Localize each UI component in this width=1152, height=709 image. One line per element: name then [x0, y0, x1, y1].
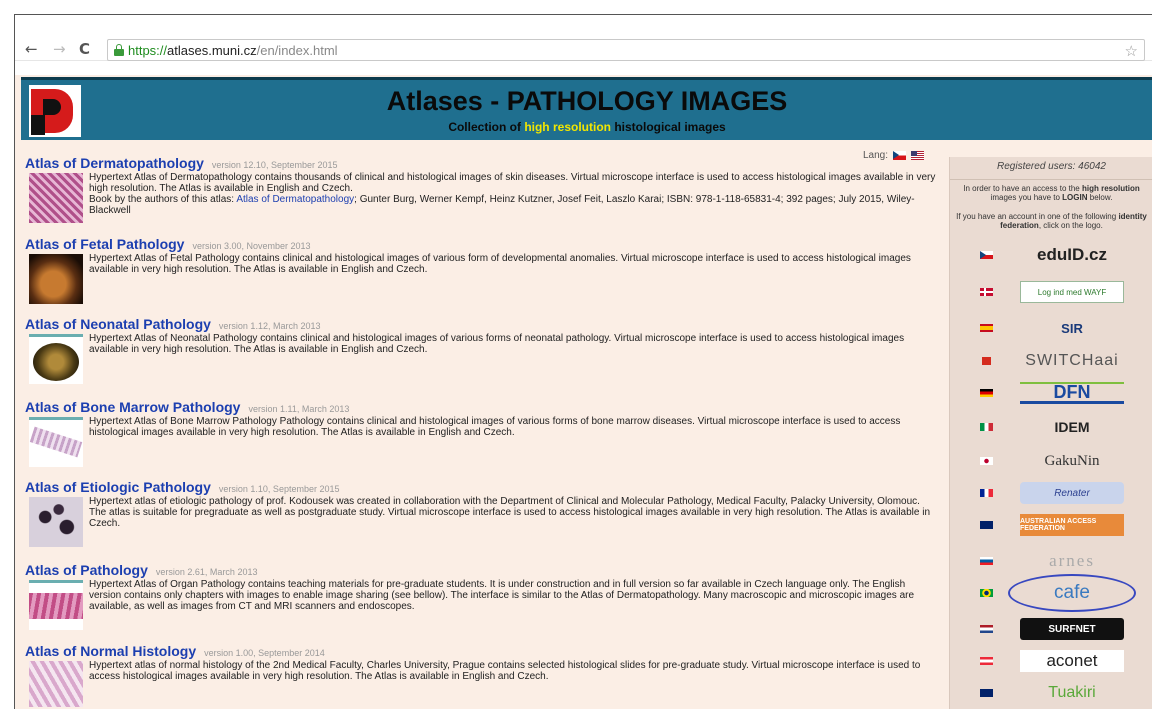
atlas-entry-normal-histology: Atlas of Normal Histology version 1.00, S… — [25, 643, 945, 709]
switchaai-logo[interactable]: SWITCHaai — [1020, 350, 1124, 372]
federation-row-eduid[interactable]: eduID.cz — [950, 241, 1152, 269]
atlas-entry-bone-marrow: Atlas of Bone Marrow Pathology version 1.… — [25, 399, 945, 479]
fr-flag-icon — [980, 489, 993, 497]
at-flag-icon — [980, 657, 993, 665]
atlas-version: version 1.10, September 2015 — [218, 484, 340, 494]
jp-flag-icon — [980, 457, 993, 465]
federation-row-arnes[interactable]: arnes — [950, 547, 1152, 575]
atlas-link-bone-marrow[interactable]: Atlas of Bone Marrow Pathology — [25, 399, 240, 415]
atlas-version: version 12.10, September 2015 — [211, 160, 338, 170]
atlas-version: version 3.00, November 2013 — [192, 241, 311, 251]
login-info: In order to have an access to the high r… — [963, 184, 1140, 202]
atlas-version: version 1.00, September 2014 — [204, 648, 325, 658]
federation-row-idem[interactable]: IDEM — [950, 413, 1152, 441]
thumbnail-image[interactable] — [29, 334, 83, 384]
atlas-version: version 2.61, March 2013 — [155, 567, 258, 577]
aconet-logo[interactable]: aconet — [1020, 650, 1124, 672]
atlas-entry-pathology: Atlas of Pathology version 2.61, March 20… — [25, 562, 945, 644]
dfn-logo[interactable]: DFN — [1020, 382, 1124, 404]
federation-row-gakunin[interactable]: GakuNin — [950, 447, 1152, 475]
federation-row-aaf[interactable]: AUSTRALIAN ACCESS FEDERATION — [950, 511, 1152, 539]
au-flag-icon — [980, 521, 993, 529]
atlas-description: Hypertext Atlas of Organ Pathology conta… — [89, 579, 915, 612]
atlas-link-fetal[interactable]: Atlas of Fetal Pathology — [25, 236, 184, 252]
address-bar[interactable]: https://atlases.muni.cz/en/index.html ☆ — [107, 39, 1145, 61]
book-link[interactable]: Atlas of Dermatopathology — [236, 194, 354, 205]
atlas-link-pathology[interactable]: Atlas of Pathology — [25, 562, 148, 578]
eduid-logo[interactable]: eduID.cz — [1020, 244, 1124, 266]
federation-row-wayf[interactable]: Log ind med WAYF — [950, 278, 1152, 306]
bookmark-star-icon[interactable]: ☆ — [1125, 42, 1138, 60]
br-flag-icon — [980, 589, 993, 597]
thumbnail-image[interactable] — [29, 417, 83, 467]
highlight-circle — [1008, 574, 1136, 612]
es-flag-icon — [980, 324, 993, 332]
thumbnail-image[interactable] — [29, 173, 83, 223]
atlas-description: Hypertext atlas of normal histology of t… — [89, 660, 921, 682]
idem-logo[interactable]: IDEM — [1020, 416, 1124, 438]
de-flag-icon — [980, 389, 993, 397]
atlas-description: Hypertext Atlas of Dermatopathology cont… — [89, 172, 936, 216]
atlas-description: Hypertext Atlas of Neonatal Pathology co… — [89, 333, 905, 355]
thumbnail-image[interactable] — [29, 580, 83, 630]
arnes-logo[interactable]: arnes — [1020, 550, 1124, 572]
gakunin-logo[interactable]: GakuNin — [1020, 450, 1124, 472]
atlas-entry-dermatopathology: Atlas of Dermatopathology version 12.10, … — [25, 155, 945, 237]
federation-row-surfnet[interactable]: SURFNET — [950, 615, 1152, 643]
atlas-description: Hypertext Atlas of Bone Marrow Pathology… — [89, 416, 901, 438]
atlas-description: Hypertext atlas of etiologic pathology o… — [89, 496, 931, 529]
page-content: Atlases - PATHOLOGY IMAGES Collection of… — [15, 75, 1152, 709]
sir-logo[interactable]: SIR — [1020, 317, 1124, 339]
url-text[interactable]: https://atlases.muni.cz/en/index.html — [128, 43, 338, 58]
si-flag-icon — [980, 557, 993, 565]
registered-users: Registered users: 46042 — [997, 161, 1106, 172]
nl-flag-icon — [980, 625, 993, 633]
atlas-entry-etiologic: Atlas of Etiologic Pathology version 1.10… — [25, 479, 945, 561]
atlas-link-normal-histology[interactable]: Atlas of Normal Histology — [25, 643, 196, 659]
federation-row-renater[interactable]: Renater — [950, 479, 1152, 507]
atlas-link-etiologic[interactable]: Atlas of Etiologic Pathology — [25, 479, 211, 495]
atlas-entry-fetal: Atlas of Fetal Pathology version 3.00, No… — [25, 236, 945, 318]
atlas-version: version 1.12, March 2013 — [218, 321, 321, 331]
thumbnail-image[interactable] — [29, 497, 83, 547]
atlas-link-neonatal[interactable]: Atlas of Neonatal Pathology — [25, 316, 211, 332]
atlas-entry-neonatal: Atlas of Neonatal Pathology version 1.12,… — [25, 316, 945, 396]
it-flag-icon — [980, 423, 993, 431]
forward-arrow-icon[interactable]: → — [53, 41, 66, 57]
federation-row-sir[interactable]: SIR — [950, 314, 1152, 342]
cz-flag-icon — [980, 251, 993, 259]
back-arrow-icon[interactable]: ← — [25, 41, 38, 57]
dk-flag-icon — [980, 288, 993, 296]
browser-window: ← → C https://atlases.muni.cz/en/index.h… — [14, 14, 1152, 709]
federation-row-tuakiri[interactable]: Tuakiri — [950, 679, 1152, 707]
federation-row-aconet[interactable]: aconet — [950, 647, 1152, 675]
thumbnail-image[interactable] — [29, 661, 83, 707]
federation-row-dfn[interactable]: DFN — [950, 379, 1152, 407]
header-banner: Atlases - PATHOLOGY IMAGES Collection of… — [21, 77, 1152, 140]
atlas-description: Hypertext Atlas of Fetal Pathology conta… — [89, 253, 911, 275]
nz-flag-icon — [980, 689, 993, 697]
atlas-link-dermatopathology[interactable]: Atlas of Dermatopathology — [25, 155, 204, 171]
federation-row-switch[interactable]: SWITCHaai — [950, 347, 1152, 375]
thumbnail-image[interactable] — [29, 254, 83, 304]
wayf-logo[interactable]: Log ind med WAYF — [1020, 281, 1124, 303]
atlas-version: version 1.11, March 2013 — [248, 404, 350, 414]
federation-row-cafe[interactable]: cafe — [950, 574, 1152, 612]
surfnet-logo[interactable]: SURFNET — [1020, 618, 1124, 640]
ch-flag-icon — [982, 357, 991, 365]
lock-icon — [114, 44, 124, 56]
page-subtitle: Collection of high resolution histologic… — [448, 120, 726, 134]
browser-toolbar: ← → C https://atlases.muni.cz/en/index.h… — [15, 15, 1152, 61]
reload-icon[interactable]: C — [79, 41, 90, 57]
federation-info: If you have an account in one of the fol… — [956, 212, 1147, 230]
tuakiri-logo[interactable]: Tuakiri — [1020, 682, 1124, 704]
login-sidebar: Registered users: 46042 In order to have… — [949, 157, 1152, 709]
aaf-logo[interactable]: AUSTRALIAN ACCESS FEDERATION — [1020, 514, 1124, 536]
page-title: Atlases - PATHOLOGY IMAGES — [386, 86, 788, 116]
renater-logo[interactable]: Renater — [1020, 482, 1124, 504]
